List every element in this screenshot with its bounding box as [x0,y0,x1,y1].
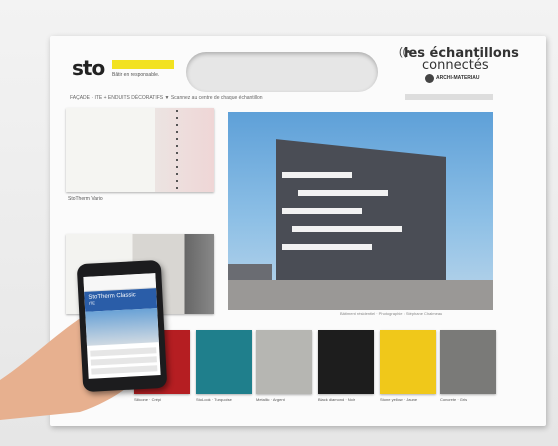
building-photo [228,112,493,310]
phone-hero-image [85,308,159,346]
echantillons-title-bottom: connectés [422,58,489,73]
photo-caption: Bâtiment résidentiel · Photographie : St… [340,311,443,316]
color-swatch [318,330,374,394]
swatch-label: Stone yellow · Jaune [380,397,418,402]
window-band [292,226,402,232]
color-swatch [256,330,312,394]
breadcrumb: FAÇADE · ITE + ENDUITS DÉCORATIFS ▼ Scan… [70,95,263,101]
brand-yellow-bar [112,60,174,69]
phone-list-row[interactable] [90,356,157,366]
window-band [282,172,352,178]
color-swatch [380,330,436,394]
mesh-stitch [176,110,178,190]
window-band [282,244,372,250]
swatch-label: Concrete · Gris [440,397,468,402]
swatch-label: Black diamond · Noir [318,397,356,402]
phone-screen[interactable]: StoTherm Classic ITE [83,273,161,379]
sample-tile-top [66,108,214,192]
window-band [282,208,362,214]
header-strip [405,94,493,100]
archi-logo-icon [425,74,434,83]
brand-logo: sto [72,56,105,80]
smartphone: StoTherm Classic ITE [76,259,168,393]
sample-top-label: StoTherm Vario [68,196,103,202]
street [228,280,493,310]
archi-label: ARCHI-MATERIAU [436,75,480,81]
phone-list-row[interactable] [91,365,158,375]
color-swatch [440,330,496,394]
phone-list-row[interactable] [90,347,157,357]
swatch-label: StoLook · Turquoise [196,397,232,402]
brand-tagline: Bâtir en responsable. [112,72,160,78]
window-band [298,190,388,196]
color-swatch [196,330,252,394]
swatch-label: Metallic · Argent [256,397,285,402]
board-handle-cutout [186,52,378,92]
